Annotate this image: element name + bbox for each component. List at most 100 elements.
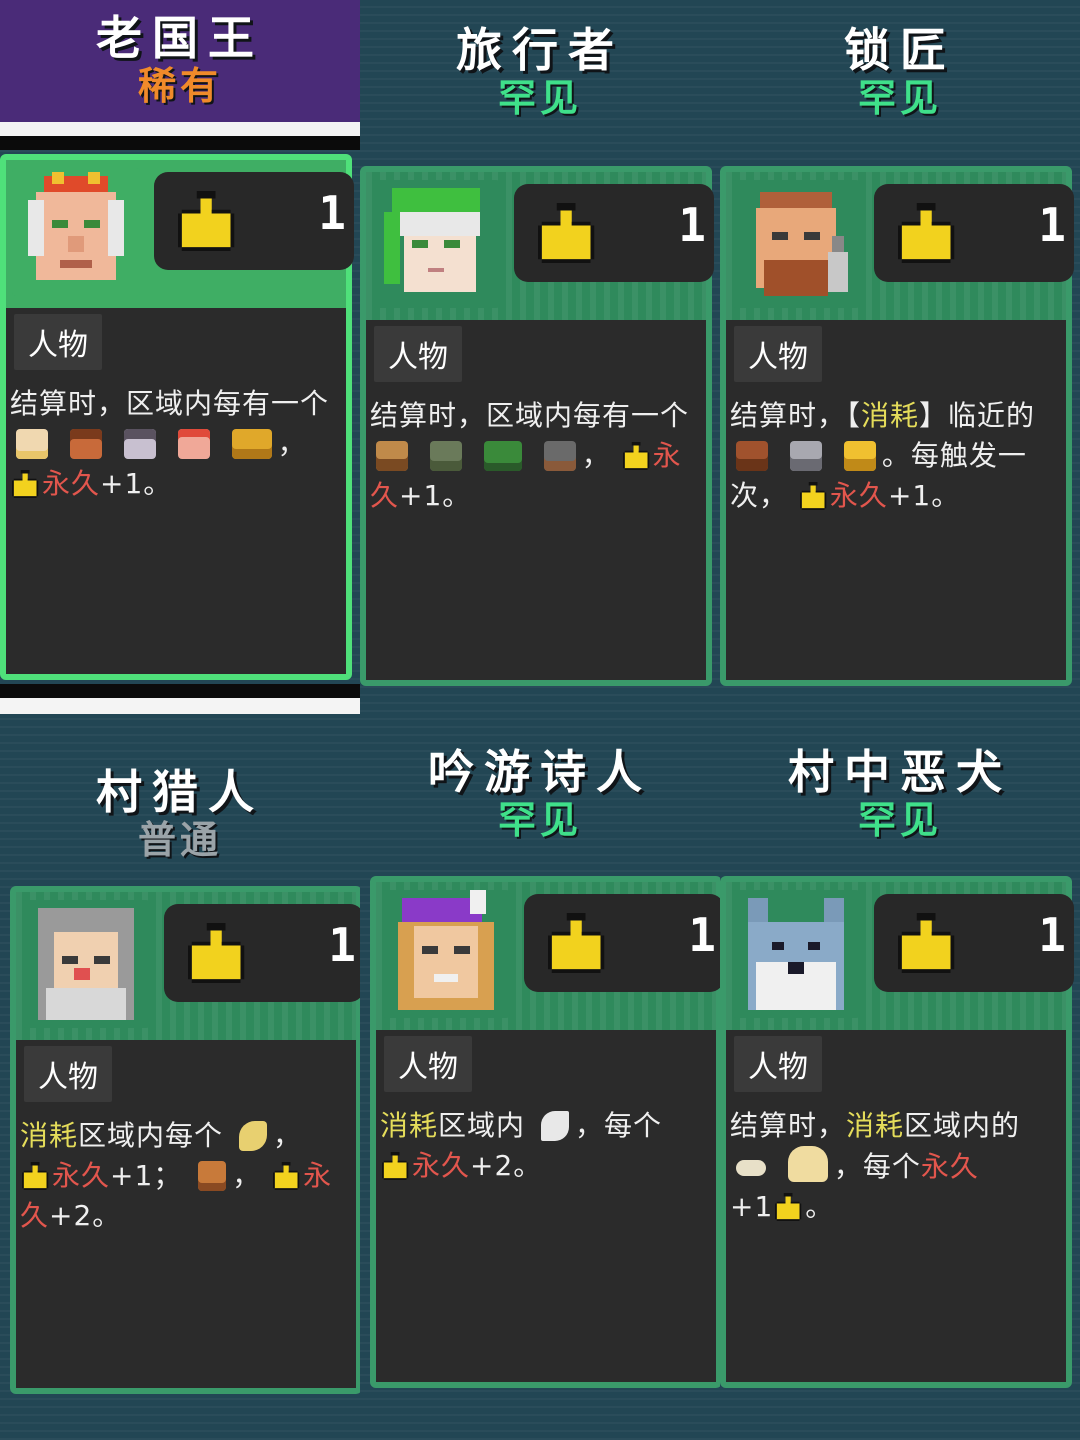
desc-text: 【 [846, 399, 862, 432]
desc-text: +2。 [470, 1149, 543, 1182]
card-type-tag: 人物 [734, 1036, 822, 1092]
card-description: 结算时，区域内每有一个 ， 永久+1。 [10, 384, 340, 504]
stat-box: 1 [164, 904, 360, 1002]
card-name: 老国王 [96, 10, 264, 65]
card-type-tag: 人物 [374, 326, 462, 382]
thumbs-up-icon [22, 1162, 50, 1190]
card-name: 吟游诗人 [428, 744, 652, 799]
permanent-keyword: 永久 [52, 1159, 111, 1192]
well-icon [543, 441, 576, 471]
thumbs-up-icon [12, 470, 40, 498]
banana-icon [238, 1121, 267, 1151]
divider [0, 136, 360, 150]
card[interactable]: 1 人物 消耗区域内 ，每个 永久+2。 [370, 876, 720, 1388]
stat-value: 1 [1038, 198, 1066, 252]
card-cell-village-hunter[interactable]: 村猎人 普通 1 人物 消耗区域内每个 ， 永久+1； ， 永久+2。 [0, 720, 360, 1440]
desc-text: ， [232, 1159, 262, 1192]
card-type-tag: 人物 [734, 326, 822, 382]
desc-text: +1 [730, 1190, 774, 1223]
card[interactable]: 1 人物 结算时，【消耗】临近的 。每触发一次， 永久+1。 [720, 166, 1074, 686]
card-rarity: 罕见 [857, 797, 942, 842]
stat-value: 1 [318, 186, 346, 240]
tent-icon [429, 441, 462, 471]
title-banner: 吟游诗人 罕见 [360, 720, 720, 870]
consume-keyword: 消耗 [380, 1109, 439, 1142]
card-rarity: 普通 [137, 817, 222, 862]
stat-box: 1 [524, 894, 720, 992]
card-cell-village-dog[interactable]: 村中恶犬 罕见 1 人物 结算时，消耗区域内的 ，每个永久 +1 。 [720, 720, 1080, 1440]
card-rarity: 罕见 [857, 75, 942, 120]
thumbs-up-icon [273, 1162, 301, 1190]
card-cell-bard[interactable]: 吟游诗人 罕见 1 人物 消耗区域内 ，每个 永久+2。 [360, 720, 720, 1440]
divider [0, 684, 360, 698]
desc-text: 结算时，区域内每有一个 [10, 387, 330, 420]
thumbs-up-icon [382, 1152, 410, 1180]
card[interactable]: 1 人物 结算时，区域内每有一个 ， 永久+1。 [0, 154, 354, 680]
card[interactable]: 1 人物 消耗区域内每个 ， 永久+1； ， 永久+2。 [10, 886, 360, 1394]
card-type-tag: 人物 [384, 1036, 472, 1092]
card-name: 锁匠 [844, 22, 956, 77]
permanent-keyword: 永久 [42, 467, 101, 500]
house-icon [376, 441, 408, 471]
desc-text: 区域内的 [904, 1109, 1021, 1142]
divider [0, 698, 360, 714]
card[interactable]: 1 人物 结算时，区域内每有一个 ， 永久+1。 [360, 166, 714, 686]
card[interactable]: 1 人物 结算时，消耗区域内的 ，每个永久 +1 。 [720, 876, 1074, 1388]
desc-text: 区域内 [438, 1109, 526, 1142]
card-description: 消耗区域内每个 ， 永久+1； ， 永久+2。 [20, 1116, 350, 1236]
card-description: 结算时，区域内每有一个 ， 永久+1。 [370, 396, 700, 516]
thumbs-up-icon [538, 202, 598, 264]
thumbs-up-icon [775, 1193, 803, 1221]
gold-bar-icon [231, 429, 272, 459]
desc-text: 。 [805, 1190, 835, 1223]
old-king-portrait [12, 168, 140, 296]
desc-text: 】临近的 [919, 399, 1036, 432]
old-woman-icon [123, 429, 156, 459]
desc-text: 结算时， [730, 399, 847, 432]
desc-text: ，每个 [574, 1109, 662, 1142]
wooden-chest-icon [736, 441, 768, 471]
desc-text: ， [277, 427, 307, 460]
thumbs-up-icon [800, 482, 828, 510]
consume-keyword: 消耗 [20, 1119, 79, 1152]
bun-icon [787, 1146, 828, 1182]
silver-chest-icon [789, 441, 822, 471]
bard-portrait [382, 890, 510, 1018]
card-description: 消耗区域内 ，每个 永久+2。 [380, 1106, 710, 1186]
gold-chest-icon [843, 441, 876, 471]
desc-text: +1。 [887, 479, 961, 512]
card-cell-locksmith[interactable]: 锁匠 罕见 1 人物 结算时，【消耗】临近的 。每触发一次， 永久+1。 [720, 0, 1080, 720]
consume-keyword: 消耗 [861, 399, 920, 432]
desc-text: ，每个 [833, 1150, 921, 1183]
permanent-keyword: 永久 [829, 479, 888, 512]
stat-value: 1 [1038, 908, 1066, 962]
stat-box: 1 [154, 172, 354, 270]
stat-box: 1 [874, 894, 1074, 992]
thumbs-up-icon [548, 912, 608, 974]
desc-text: 区域内每个 [78, 1119, 224, 1152]
card-description: 结算时，【消耗】临近的 。每触发一次， 永久+1。 [730, 396, 1060, 516]
title-banner: 村猎人 普通 [0, 740, 360, 890]
stat-value: 1 [328, 918, 356, 972]
dog-portrait [732, 890, 860, 1018]
card-type-tag: 人物 [14, 314, 102, 370]
consume-keyword: 消耗 [846, 1109, 905, 1142]
thumbs-up-icon [178, 190, 238, 252]
title-banner: 村中恶犬 罕见 [720, 720, 1080, 870]
stat-box: 1 [514, 184, 714, 282]
feather-icon [540, 1111, 569, 1141]
girl-icon [69, 429, 102, 459]
desc-text: +2。 [49, 1199, 122, 1232]
meat-icon [198, 1161, 227, 1191]
title-banner: 老国王 稀有 [0, 0, 360, 122]
stat-value: 1 [688, 908, 716, 962]
card-description: 结算时，消耗区域内的 ，每个永久 +1 。 [730, 1106, 1060, 1227]
title-banner: 锁匠 罕见 [720, 8, 1080, 138]
santa-icon [177, 429, 210, 459]
bone-icon [736, 1160, 766, 1176]
card-cell-old-king[interactable]: 老国王 稀有 1 人物 结算时，区域内每有一个 ， 永久+1。 [0, 0, 360, 720]
desc-text: +1。 [399, 479, 472, 512]
card-cell-traveler[interactable]: 旅行者 罕见 1 人物 结算时，区域内每有一个 ， 永久+1。 [360, 0, 720, 720]
thumbs-up-icon [188, 922, 248, 984]
thumbs-up-icon [898, 202, 958, 264]
